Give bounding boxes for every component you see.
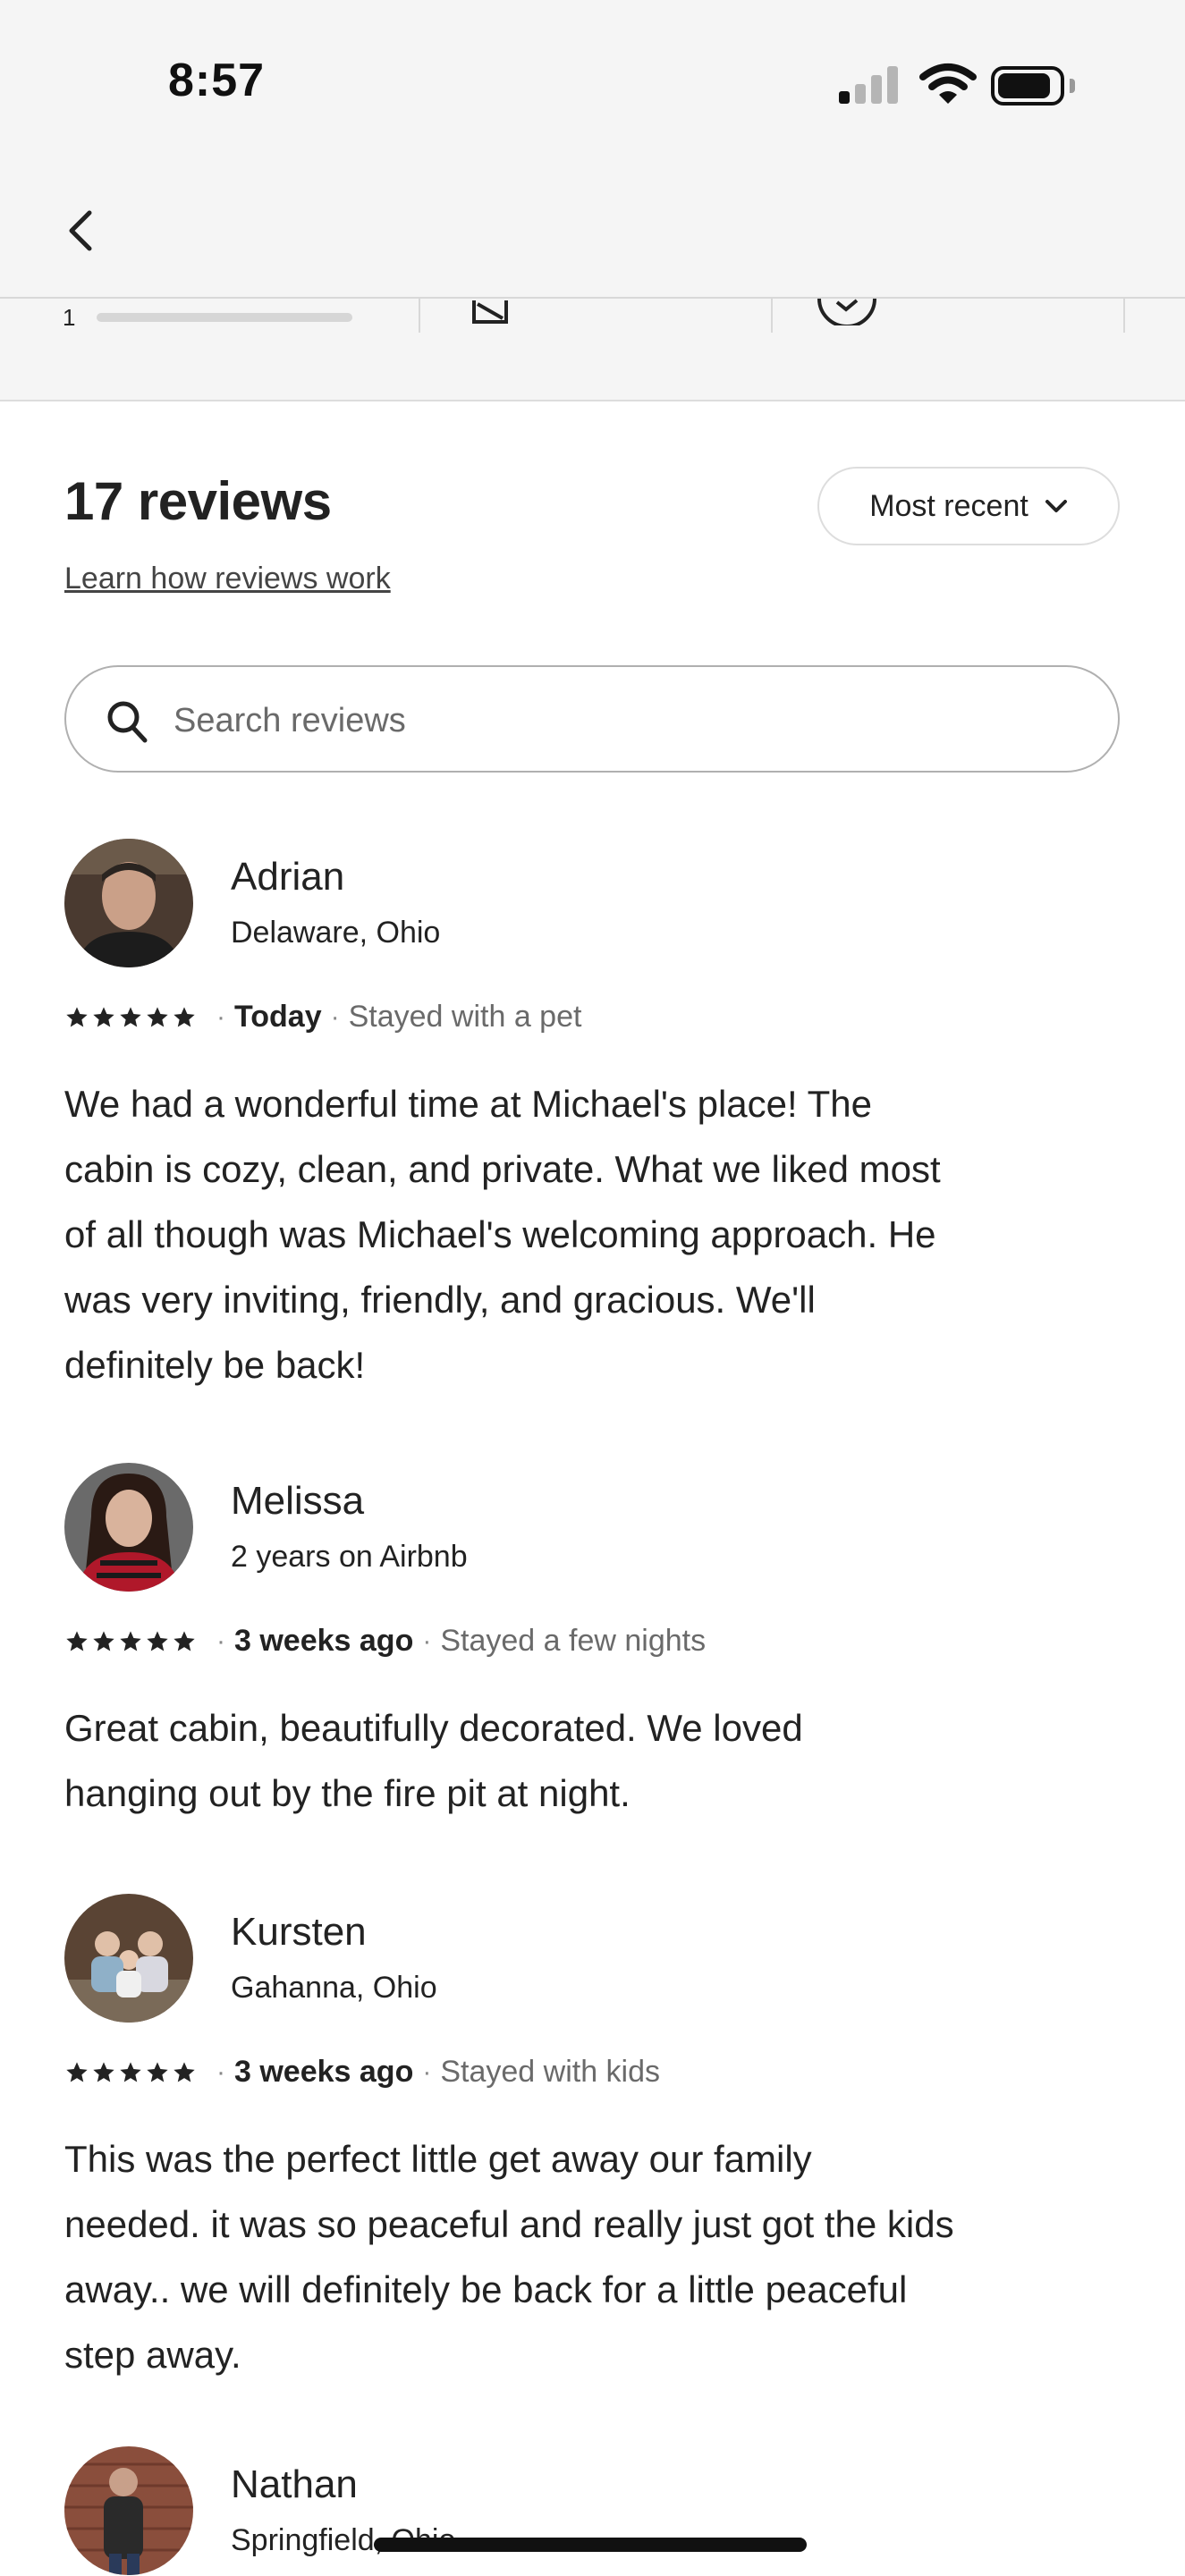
strip-number: 1 (63, 304, 76, 331)
reviewer-name: Melissa (231, 1479, 365, 1523)
reviewer-location: Gahanna, Ohio (231, 1971, 437, 2005)
strip-separator (771, 299, 773, 333)
star-icon (174, 1006, 195, 1026)
star-rating (64, 1005, 197, 1030)
reviewer-location: Delaware, Ohio (231, 916, 441, 950)
stay-type: Stayed with kids (440, 2055, 661, 2089)
home-indicator[interactable] (374, 2538, 807, 2552)
cellular-signal-icon (839, 64, 901, 104)
key-icon (472, 300, 508, 324)
star-icon (93, 1630, 114, 1651)
review-meta: · 3 weeks ago · Stayed a few nights (64, 1624, 706, 1659)
star-rating (64, 2060, 197, 2085)
chevron-down-icon (1045, 500, 1067, 512)
sort-label: Most recent (869, 488, 1028, 523)
review-meta: · 3 weeks ago · Stayed with kids (64, 2055, 660, 2090)
star-icon (147, 1630, 168, 1651)
search-icon (107, 701, 148, 743)
reviewer-name: Kursten (231, 1910, 367, 1954)
star-icon (93, 2061, 114, 2082)
wifi-icon (919, 63, 977, 104)
star-icon (147, 2061, 168, 2082)
star-icon (93, 1006, 114, 1026)
star-icon (66, 1630, 88, 1651)
check-circle-icon (817, 299, 876, 325)
strip-separator (1123, 299, 1125, 333)
separator-dot: · (216, 2057, 225, 2087)
star-icon (66, 1006, 88, 1026)
header-area: 8:57 1 (0, 0, 1185, 401)
star-icon (120, 2061, 141, 2082)
rating-progress-bar (97, 313, 352, 322)
separator-dot: · (422, 2057, 432, 2087)
sort-dropdown-button[interactable]: Most recent (817, 467, 1120, 545)
avatar (64, 2446, 193, 2575)
reviews-count-title: 17 reviews (64, 471, 332, 531)
review-text: This was the perfect little get away our… (64, 2138, 954, 2376)
avatar (64, 1894, 193, 2023)
review-date: 3 weeks ago (234, 1624, 414, 1658)
separator-dot: · (216, 1626, 225, 1656)
review-text: We had a wonderful time at Michael's pla… (64, 1083, 941, 1386)
back-button[interactable] (59, 204, 104, 258)
avatar (64, 839, 193, 967)
review-meta: · Today · Stayed with a pet (64, 1000, 581, 1035)
strip-separator (419, 299, 420, 333)
nav-divider (0, 297, 1185, 299)
star-rating (64, 1629, 197, 1654)
stay-type: Stayed with a pet (348, 1000, 582, 1034)
review-text: Great cabin, beautifully decorated. We l… (64, 1707, 803, 1814)
stay-type: Stayed a few nights (440, 1624, 707, 1658)
separator-dot: · (422, 1626, 432, 1656)
star-icon (120, 1630, 141, 1651)
star-icon (147, 1006, 168, 1026)
review-date: Today (234, 1000, 322, 1034)
reviewer-name: Adrian (231, 855, 345, 899)
star-icon (174, 1630, 195, 1651)
reviewer-tenure: 2 years on Airbnb (231, 1540, 468, 1574)
star-icon (66, 2061, 88, 2082)
review-date: 3 weeks ago (234, 2055, 414, 2089)
star-icon (174, 2061, 195, 2082)
search-box[interactable] (64, 665, 1120, 773)
avatar (64, 1463, 193, 1592)
separator-dot: · (216, 1001, 225, 1032)
search-input[interactable] (172, 692, 1070, 749)
star-icon (120, 1006, 141, 1026)
learn-how-reviews-work-link[interactable]: Learn how reviews work (64, 562, 391, 596)
separator-dot: · (330, 1001, 340, 1032)
status-time: 8:57 (168, 55, 266, 106)
battery-icon (991, 66, 1075, 106)
reviewer-name: Nathan (231, 2462, 358, 2506)
